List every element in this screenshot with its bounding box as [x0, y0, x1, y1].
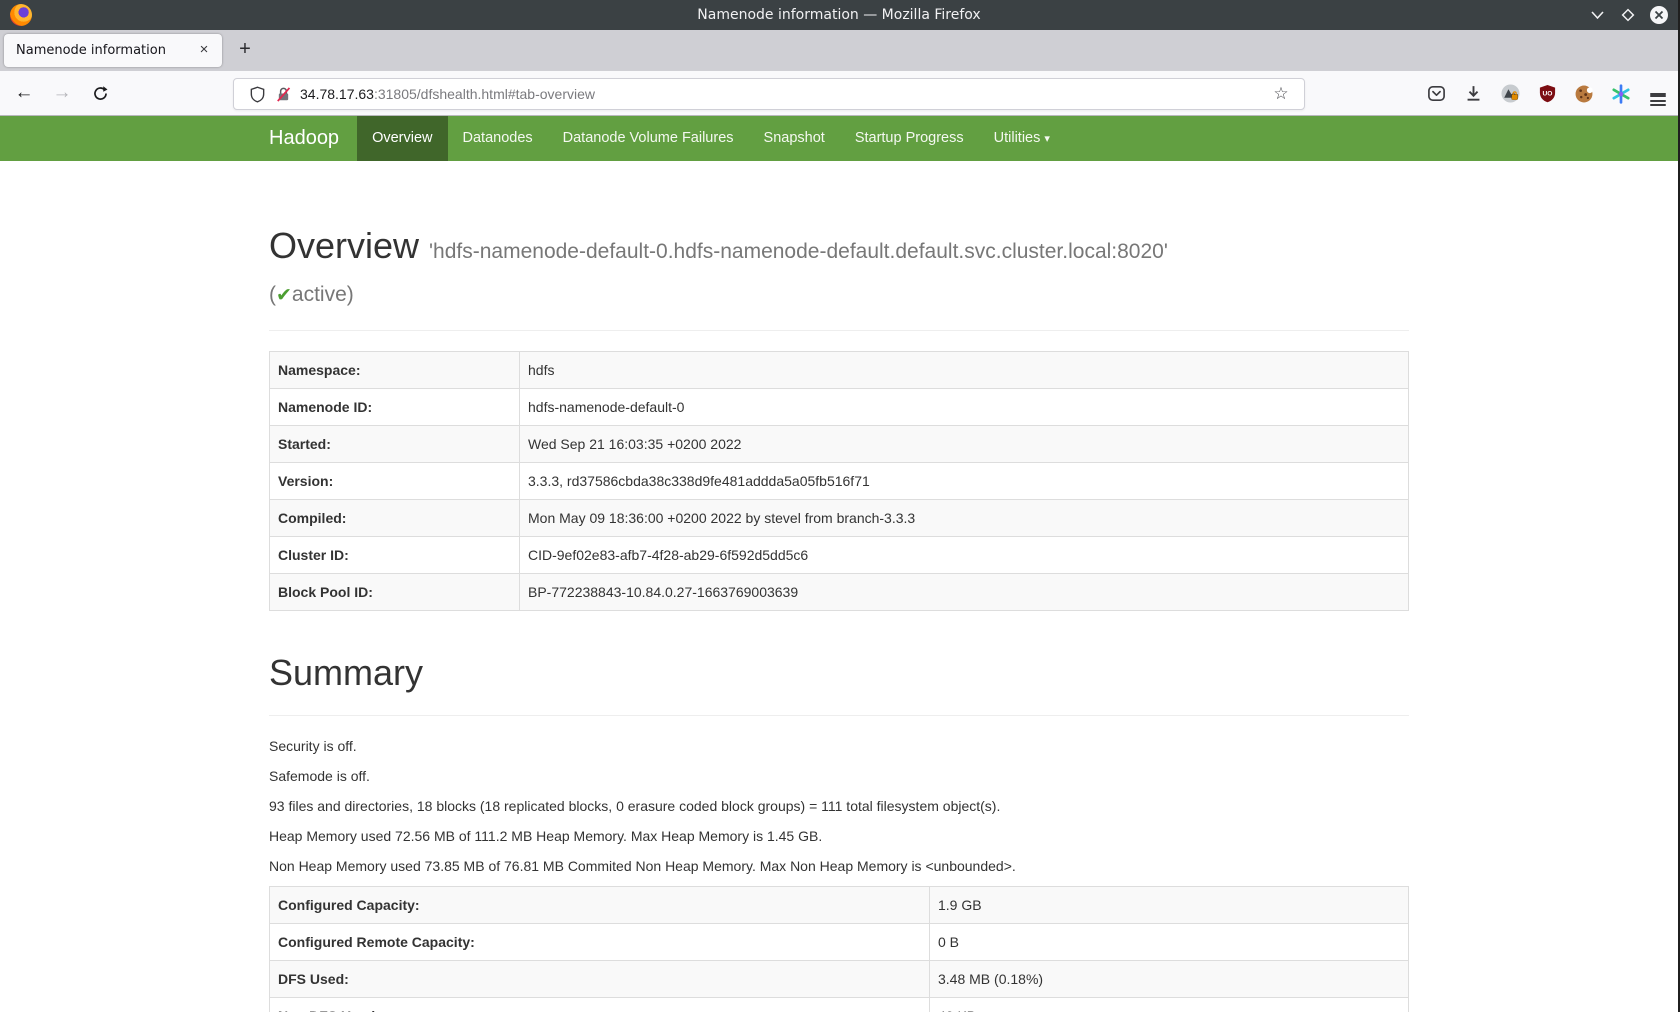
hadoop-brand[interactable]: Hadoop [269, 116, 357, 161]
nav-tab-datanode-volume-failures[interactable]: Datanode Volume Failures [548, 116, 749, 161]
row-label: Configured Remote Capacity: [270, 923, 930, 960]
table-row: Started:Wed Sep 21 16:03:35 +0200 2022 [270, 426, 1409, 463]
overview-heading: Overview 'hdfs-namenode-default-0.hdfs-n… [269, 224, 1409, 310]
row-label: Compiled: [270, 500, 520, 537]
privacy-extension-icon[interactable] [1496, 80, 1524, 108]
row-value: Wed Sep 21 16:03:35 +0200 2022 [520, 426, 1409, 463]
row-label: DFS Used: [270, 960, 930, 997]
nav-tab-overview[interactable]: Overview [357, 116, 447, 161]
pocket-icon[interactable] [1422, 80, 1450, 108]
row-value: 0 B [930, 923, 1409, 960]
ublock-origin-icon[interactable]: UO [1533, 80, 1561, 108]
firefox-logo-icon [10, 4, 32, 26]
row-value: CID-9ef02e83-afb7-4f28-ab29-6f592d5dd5c6 [520, 537, 1409, 574]
reload-button[interactable] [84, 77, 116, 109]
minimize-icon[interactable] [1586, 4, 1608, 26]
divider [269, 330, 1409, 331]
row-value: 1.9 GB [930, 886, 1409, 923]
table-row: Configured Remote Capacity:0 B [270, 923, 1409, 960]
summary-line: 93 files and directories, 18 blocks (18 … [269, 796, 1409, 816]
summary-line: Heap Memory used 72.56 MB of 111.2 MB He… [269, 826, 1409, 846]
browser-window: Namenode information — Mozilla Firefox N… [0, 0, 1680, 1012]
active-status: (✔active) [269, 283, 354, 306]
nav-tab-datanodes[interactable]: Datanodes [448, 116, 548, 161]
close-icon[interactable] [1648, 4, 1670, 26]
table-row: Cluster ID:CID-9ef02e83-afb7-4f28-ab29-6… [270, 537, 1409, 574]
table-row: Namespace:hdfs [270, 352, 1409, 389]
summary-heading: Summary [269, 651, 1409, 694]
back-button[interactable]: ← [8, 77, 40, 109]
summary-line: Safemode is off. [269, 766, 1409, 786]
row-label: Namespace: [270, 352, 520, 389]
table-row: Version:3.3.3, rd37586cbda38c338d9fe481a… [270, 463, 1409, 500]
row-value: 40 KB [930, 997, 1409, 1012]
row-label: Started: [270, 426, 520, 463]
namenode-info-table: Namespace:hdfs Namenode ID:hdfs-namenode… [269, 351, 1409, 611]
nav-tab-snapshot[interactable]: Snapshot [749, 116, 840, 161]
new-tab-button[interactable]: + [230, 36, 260, 66]
toolbar-extensions: UO [1422, 71, 1672, 116]
table-row: DFS Used:3.48 MB (0.18%) [270, 960, 1409, 997]
table-row: Compiled:Mon May 09 18:36:00 +0200 2022 … [270, 500, 1409, 537]
insecure-lock-icon[interactable] [270, 81, 296, 107]
containers-asterisk-icon[interactable] [1607, 80, 1635, 108]
tab-bar: Namenode information × + [0, 30, 1678, 71]
row-label: Namenode ID: [270, 389, 520, 426]
summary-line: Security is off. [269, 736, 1409, 756]
table-row: Configured Capacity:1.9 GB [270, 886, 1409, 923]
row-value: hdfs [520, 352, 1409, 389]
window-title: Namenode information — Mozilla Firefox [0, 7, 1678, 23]
row-value: 3.3.3, rd37586cbda38c338d9fe481addda5a05… [520, 463, 1409, 500]
hadoop-navbar: Hadoop Overview Datanodes Datanode Volum… [0, 116, 1678, 161]
bookmark-star-icon[interactable]: ☆ [1268, 84, 1294, 104]
check-icon: ✔ [276, 285, 292, 306]
url-input[interactable]: 34.78.17.63:31805/dfshealth.html#tab-ove… [233, 78, 1305, 110]
table-row: Namenode ID:hdfs-namenode-default-0 [270, 389, 1409, 426]
chevron-down-icon: ▾ [1044, 133, 1050, 145]
svg-text:UO: UO [1542, 90, 1552, 97]
table-row: Non DFS Used:40 KB [270, 997, 1409, 1012]
tab-namenode-information[interactable]: Namenode information × [4, 34, 222, 67]
row-value: 3.48 MB (0.18%) [930, 960, 1409, 997]
row-label: Cluster ID: [270, 537, 520, 574]
row-label: Non DFS Used: [270, 997, 930, 1012]
cookie-icon[interactable] [1570, 80, 1598, 108]
menu-hamburger-icon[interactable] [1644, 80, 1672, 108]
nav-tab-utilities[interactable]: Utilities▾ [979, 116, 1065, 161]
row-value: hdfs-namenode-default-0 [520, 389, 1409, 426]
row-value: Mon May 09 18:36:00 +0200 2022 by stevel… [520, 500, 1409, 537]
row-value: BP-772238843-10.84.0.27-1663769003639 [520, 574, 1409, 611]
overview-title: Overview [269, 225, 419, 266]
row-label: Configured Capacity: [270, 886, 930, 923]
summary-line: Non Heap Memory used 73.85 MB of 76.81 M… [269, 856, 1409, 876]
page-content: Overview 'hdfs-namenode-default-0.hdfs-n… [254, 161, 1424, 1012]
titlebar: Namenode information — Mozilla Firefox [0, 0, 1678, 30]
divider [269, 715, 1409, 716]
forward-button: → [46, 77, 78, 109]
tracking-shield-icon[interactable] [244, 81, 270, 107]
capacity-table: Configured Capacity:1.9 GB Configured Re… [269, 886, 1409, 1012]
url-text: 34.78.17.63:31805/dfshealth.html#tab-ove… [300, 86, 1268, 102]
tab-title: Namenode information [16, 43, 194, 58]
window-controls [1586, 0, 1670, 30]
downloads-icon[interactable] [1459, 80, 1487, 108]
row-label: Version: [270, 463, 520, 500]
namenode-address: 'hdfs-namenode-default-0.hdfs-namenode-d… [429, 240, 1168, 263]
row-label: Block Pool ID: [270, 574, 520, 611]
navigation-toolbar: ← → 34.78.17.63:31805/dfshealth.ht [0, 71, 1678, 116]
hadoop-nav-items: Overview Datanodes Datanode Volume Failu… [357, 116, 1065, 161]
nav-tab-startup-progress[interactable]: Startup Progress [840, 116, 979, 161]
url-host: 34.78.17.63 [300, 86, 374, 102]
maximize-icon[interactable] [1617, 4, 1639, 26]
url-path: :31805/dfshealth.html#tab-overview [374, 86, 595, 102]
tab-close-icon[interactable]: × [194, 41, 214, 61]
table-row: Block Pool ID:BP-772238843-10.84.0.27-16… [270, 574, 1409, 611]
